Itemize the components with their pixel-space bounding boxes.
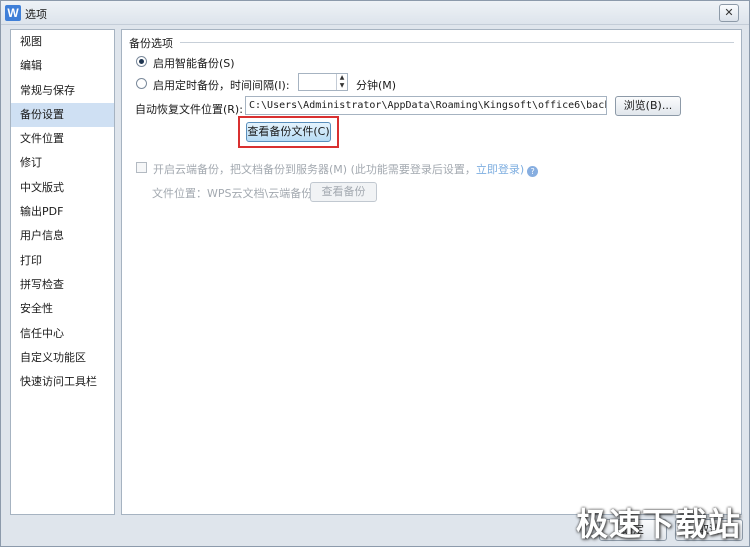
cloud-backup-label: 开启云端备份，把文档备份到服务器(M) (此功能需要登录后设置，: [153, 163, 476, 176]
autorecover-path-label: 自动恢复文件位置(R):: [135, 103, 243, 116]
stepper-up-icon[interactable]: ▲: [337, 74, 347, 82]
sidebar-item-trust-center[interactable]: 信任中心: [11, 322, 114, 346]
sidebar-item-spell-check[interactable]: 拼写检查: [11, 273, 114, 297]
wps-app-icon: W: [5, 5, 21, 21]
browse-button[interactable]: 浏览(B)...: [615, 96, 681, 116]
title-bar: W 选项 ✕: [1, 1, 749, 25]
sidebar-item-customize-ribbon[interactable]: 自定义功能区: [11, 346, 114, 370]
options-dialog: W 选项 ✕ 视图 编辑 常规与保存 备份设置 文件位置 修订 中文版式 输出P…: [0, 0, 750, 547]
site-watermark: 极速下载站: [576, 505, 742, 543]
login-link[interactable]: 立即登录): [476, 163, 524, 176]
cloud-location-label: 文件位置：WPS云文档\云端备份: [152, 187, 313, 200]
cloud-backup-checkbox: [136, 162, 147, 173]
sidebar-item-file-location[interactable]: 文件位置: [11, 127, 114, 151]
view-cloud-backup-button: 查看备份: [310, 182, 377, 202]
sidebar-item-quick-access-toolbar[interactable]: 快速访问工具栏: [11, 370, 114, 394]
sidebar-item-revision[interactable]: 修订: [11, 151, 114, 175]
sidebar-item-edit[interactable]: 编辑: [11, 54, 114, 78]
smart-backup-label: 启用智能备份(S): [153, 57, 235, 70]
sidebar-item-view[interactable]: 视图: [11, 30, 114, 54]
sidebar-item-security[interactable]: 安全性: [11, 297, 114, 321]
group-divider: [180, 42, 734, 43]
sidebar-item-export-pdf[interactable]: 输出PDF: [11, 200, 114, 224]
autorecover-path-field[interactable]: C:\Users\Administrator\AppData\Roaming\K…: [245, 96, 607, 115]
sidebar-item-user-info[interactable]: 用户信息: [11, 224, 114, 248]
close-button[interactable]: ✕: [719, 4, 739, 22]
view-backup-files-button[interactable]: 查看备份文件(C): [246, 122, 331, 142]
sidebar-item-backup-settings[interactable]: 备份设置: [11, 102, 114, 128]
sidebar-item-chinese-layout[interactable]: 中文版式: [11, 176, 114, 200]
dialog-title: 选项: [25, 8, 47, 21]
help-icon[interactable]: ?: [527, 166, 539, 177]
interval-unit-label: 分钟(M): [356, 79, 397, 92]
sidebar-item-print[interactable]: 打印: [11, 249, 114, 273]
interval-stepper[interactable]: ▲ ▼: [336, 74, 347, 90]
timed-backup-label: 启用定时备份，时间间隔(I):: [153, 79, 290, 92]
smart-backup-radio[interactable]: [136, 56, 147, 67]
stepper-down-icon[interactable]: ▼: [337, 82, 347, 90]
backup-options-group-title: 备份选项: [129, 37, 173, 50]
options-sidebar: 视图 编辑 常规与保存 备份设置 文件位置 修订 中文版式 输出PDF 用户信息…: [10, 29, 115, 515]
timed-backup-radio[interactable]: [136, 78, 147, 89]
backup-settings-panel: 备份选项 启用智能备份(S) 启用定时备份，时间间隔(I): ▲ ▼ 分钟(M)…: [121, 29, 742, 515]
sidebar-item-general-save[interactable]: 常规与保存: [11, 79, 114, 103]
